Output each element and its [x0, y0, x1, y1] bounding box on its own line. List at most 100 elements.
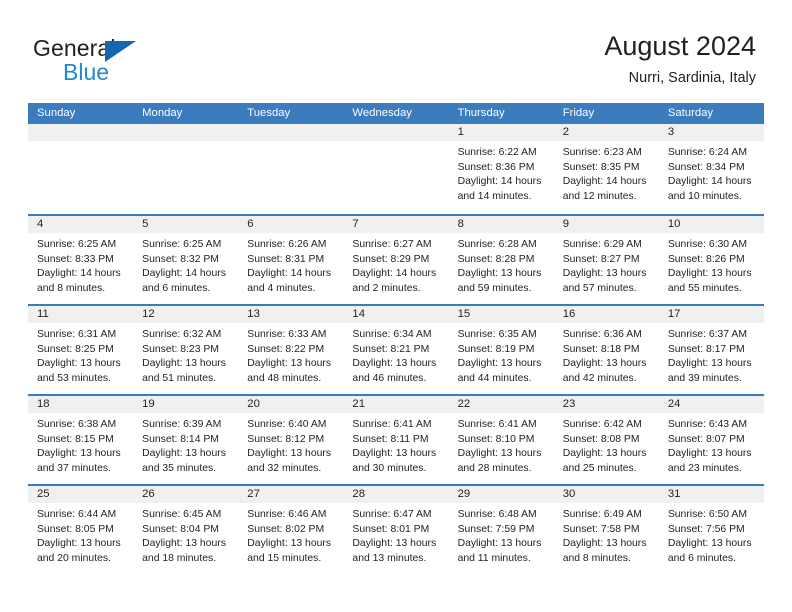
- day-cell-26[interactable]: 26 Sunrise: 6:45 AM Sunset: 8:04 PM Dayligh…: [133, 486, 239, 574]
- day-cell-13[interactable]: 13 Sunrise: 6:33 AM Sunset: 8:22 PM Dayligh…: [238, 306, 344, 394]
- day-cell-6[interactable]: 6 Sunrise: 6:26 AM Sunset: 8:31 PM Daylight…: [238, 216, 344, 304]
- day-detail-line: and 51 minutes.: [142, 372, 217, 384]
- day-cell-28[interactable]: 28 Sunrise: 6:47 AM Sunset: 8:01 PM Dayligh…: [343, 486, 449, 574]
- day-number-band: 7: [343, 216, 449, 233]
- day-number-band: 22: [448, 396, 554, 413]
- day-cell-5[interactable]: 5 Sunrise: 6:25 AM Sunset: 8:32 PM Daylight…: [133, 216, 239, 304]
- day-detail-line: Daylight: 13 hours: [142, 538, 226, 550]
- day-details: Sunrise: 6:49 AM Sunset: 7:58 PM Daylight:…: [554, 503, 659, 566]
- day-details: Sunrise: 6:32 AM Sunset: 8:23 PM Daylight:…: [133, 323, 238, 386]
- day-detail-line: Daylight: 13 hours: [667, 268, 752, 280]
- day-cell-31[interactable]: 31 Sunrise: 6:50 AM Sunset: 7:56 PM Dayligh…: [658, 486, 764, 574]
- weekday-header-friday: Friday: [562, 107, 595, 119]
- day-number: 16: [562, 308, 576, 320]
- day-detail-line: Daylight: 13 hours: [457, 268, 542, 280]
- day-detail-line: Sunrise: 6:42 AM: [562, 419, 642, 430]
- day-cell-9[interactable]: 9 Sunrise: 6:29 AM Sunset: 8:27 PM Daylight…: [553, 216, 659, 304]
- day-cell-3[interactable]: 3 Sunrise: 6:24 AM Sunset: 8:34 PM Daylight…: [658, 124, 764, 214]
- day-detail-line: and 23 minutes.: [667, 462, 742, 474]
- day-detail-line: Sunset: 8:33 PM: [37, 253, 114, 265]
- day-number-band: 19: [133, 396, 239, 413]
- general-blue-logo[interactable]: General Blue: [33, 36, 223, 90]
- day-cell-23[interactable]: 23 Sunrise: 6:42 AM Sunset: 8:08 PM Dayligh…: [553, 396, 659, 484]
- day-cell-10[interactable]: 10 Sunrise: 6:30 AM Sunset: 8:26 PM Dayligh…: [658, 216, 764, 304]
- day-detail-line: Sunset: 8:18 PM: [562, 343, 640, 355]
- day-details: Sunrise: 6:41 AM Sunset: 8:10 PM Daylight:…: [449, 413, 554, 476]
- day-cell-16[interactable]: 16 Sunrise: 6:36 AM Sunset: 8:18 PM Dayligh…: [553, 306, 659, 394]
- day-number-band: [133, 124, 239, 141]
- day-number: 14: [352, 308, 365, 320]
- day-cell-25[interactable]: 25 Sunrise: 6:44 AM Sunset: 8:05 PM Dayligh…: [28, 486, 134, 574]
- day-cell-empty: [343, 124, 449, 214]
- day-detail-line: Sunset: 8:19 PM: [457, 343, 535, 355]
- day-details: Sunrise: 6:33 AM Sunset: 8:22 PM Daylight:…: [238, 323, 343, 386]
- day-cell-27[interactable]: 27 Sunrise: 6:46 AM Sunset: 8:02 PM Dayligh…: [238, 486, 344, 574]
- day-number: 1: [457, 126, 464, 138]
- day-detail-line: Sunset: 8:23 PM: [142, 343, 219, 355]
- day-cell-30[interactable]: 30 Sunrise: 6:49 AM Sunset: 7:58 PM Dayligh…: [553, 486, 659, 574]
- day-cell-1[interactable]: 1 Sunrise: 6:22 AM Sunset: 8:36 PM Daylight…: [448, 124, 554, 214]
- day-details: Sunrise: 6:23 AM Sunset: 8:35 PM Daylight:…: [554, 141, 659, 204]
- day-detail-line: Sunrise: 6:31 AM: [37, 329, 117, 340]
- day-cell-21[interactable]: 21 Sunrise: 6:41 AM Sunset: 8:11 PM Dayligh…: [343, 396, 449, 484]
- day-detail-line: and 4 minutes.: [247, 282, 316, 294]
- day-detail-line: Sunset: 8:36 PM: [457, 161, 535, 173]
- day-detail-line: Daylight: 13 hours: [37, 448, 121, 460]
- day-number: 24: [667, 398, 681, 410]
- day-detail-line: Sunset: 8:26 PM: [667, 253, 745, 265]
- day-details: Sunrise: 6:36 AM Sunset: 8:18 PM Daylight:…: [554, 323, 659, 386]
- day-cell-14[interactable]: 14 Sunrise: 6:34 AM Sunset: 8:21 PM Dayligh…: [343, 306, 449, 394]
- day-number-band: 4: [28, 216, 134, 233]
- day-detail-line: and 55 minutes.: [667, 282, 742, 294]
- day-detail-line: Daylight: 13 hours: [562, 358, 647, 370]
- day-detail-line: and 39 minutes.: [667, 372, 742, 384]
- day-cell-17[interactable]: 17 Sunrise: 6:37 AM Sunset: 8:17 PM Dayligh…: [658, 306, 764, 394]
- day-cell-20[interactable]: 20 Sunrise: 6:40 AM Sunset: 8:12 PM Dayligh…: [238, 396, 344, 484]
- day-cell-8[interactable]: 8 Sunrise: 6:28 AM Sunset: 8:28 PM Daylight…: [448, 216, 554, 304]
- day-detail-line: Daylight: 14 hours: [562, 176, 647, 188]
- day-cell-12[interactable]: 12 Sunrise: 6:32 AM Sunset: 8:23 PM Dayligh…: [133, 306, 239, 394]
- day-cell-29[interactable]: 29 Sunrise: 6:48 AM Sunset: 7:59 PM Dayligh…: [448, 486, 554, 574]
- day-detail-line: Daylight: 13 hours: [37, 538, 121, 550]
- day-detail-line: and 6 minutes.: [142, 282, 211, 294]
- day-detail-line: Sunrise: 6:28 AM: [457, 239, 537, 250]
- day-details: Sunrise: 6:30 AM Sunset: 8:26 PM Daylight:…: [659, 233, 764, 296]
- day-detail-line: Daylight: 13 hours: [352, 448, 437, 460]
- weekday-header-sunday: Sunday: [37, 107, 76, 119]
- day-number-band: 29: [448, 486, 554, 503]
- day-details: Sunrise: 6:29 AM Sunset: 8:27 PM Daylight:…: [554, 233, 659, 296]
- day-details: Sunrise: 6:26 AM Sunset: 8:31 PM Daylight:…: [238, 233, 343, 296]
- day-detail-line: Sunset: 8:10 PM: [457, 433, 535, 445]
- day-detail-line: Daylight: 14 hours: [142, 268, 226, 280]
- day-detail-line: Daylight: 13 hours: [352, 358, 437, 370]
- day-number: 13: [247, 308, 260, 320]
- weekday-header-monday: Monday: [142, 107, 183, 119]
- day-number-band: 28: [343, 486, 449, 503]
- day-detail-line: and 18 minutes.: [142, 552, 217, 564]
- weekday-header-saturday: Saturday: [667, 107, 714, 119]
- day-details: Sunrise: 6:46 AM Sunset: 8:02 PM Daylight:…: [238, 503, 343, 566]
- day-detail-line: Sunrise: 6:27 AM: [352, 239, 432, 250]
- day-detail-line: and 48 minutes.: [247, 372, 322, 384]
- day-cell-7[interactable]: 7 Sunrise: 6:27 AM Sunset: 8:29 PM Daylight…: [343, 216, 449, 304]
- logo-text-general: General: [33, 35, 116, 61]
- day-number: 9: [562, 218, 569, 230]
- day-detail-line: Sunrise: 6:35 AM: [457, 329, 537, 340]
- day-detail-line: and 12 minutes.: [562, 190, 637, 202]
- day-cell-4[interactable]: 4 Sunrise: 6:25 AM Sunset: 8:33 PM Daylight…: [28, 216, 134, 304]
- day-number-band: 1: [448, 124, 554, 141]
- day-cell-15[interactable]: 15 Sunrise: 6:35 AM Sunset: 8:19 PM Dayligh…: [448, 306, 554, 394]
- day-cell-18[interactable]: 18 Sunrise: 6:38 AM Sunset: 8:15 PM Dayligh…: [28, 396, 134, 484]
- day-detail-line: Sunrise: 6:33 AM: [247, 329, 327, 340]
- day-details: [343, 141, 448, 146]
- day-cell-19[interactable]: 19 Sunrise: 6:39 AM Sunset: 8:14 PM Dayligh…: [133, 396, 239, 484]
- day-cell-24[interactable]: 24 Sunrise: 6:43 AM Sunset: 8:07 PM Dayligh…: [658, 396, 764, 484]
- day-cell-2[interactable]: 2 Sunrise: 6:23 AM Sunset: 8:35 PM Daylight…: [553, 124, 659, 214]
- day-detail-line: Sunset: 8:25 PM: [37, 343, 114, 355]
- day-cell-11[interactable]: 11 Sunrise: 6:31 AM Sunset: 8:25 PM Dayligh…: [28, 306, 134, 394]
- day-detail-line: Daylight: 14 hours: [247, 268, 332, 280]
- day-cell-22[interactable]: 22 Sunrise: 6:41 AM Sunset: 8:10 PM Dayligh…: [448, 396, 554, 484]
- title-block: August 2024 Nurri, Sardinia, Italy: [604, 30, 756, 88]
- day-details: Sunrise: 6:31 AM Sunset: 8:25 PM Daylight:…: [28, 323, 133, 386]
- day-detail-line: Sunrise: 6:45 AM: [142, 509, 222, 520]
